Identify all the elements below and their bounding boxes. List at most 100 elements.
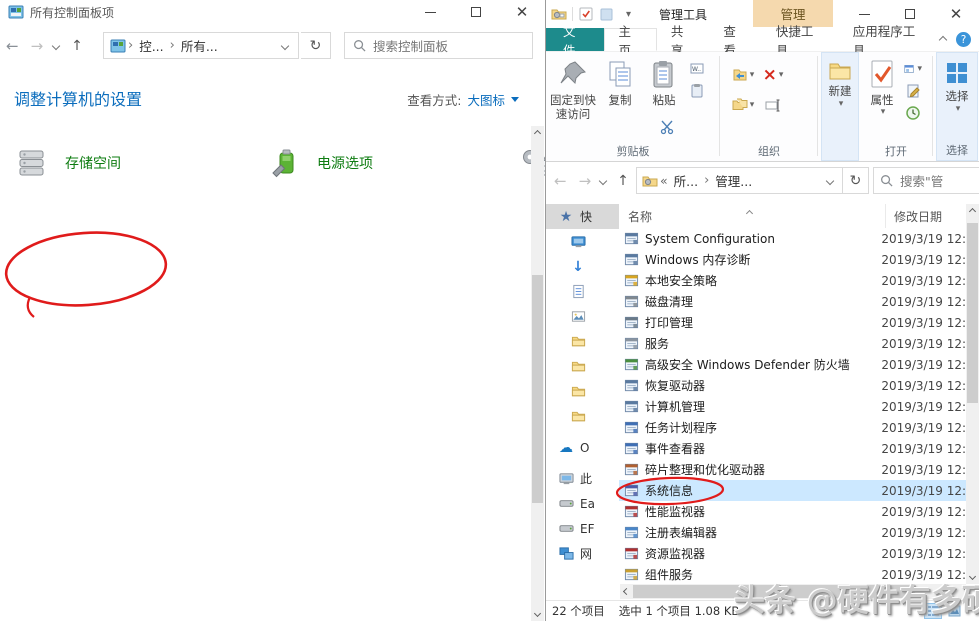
cp-scroll-track[interactable] — [531, 141, 544, 606]
pin-to-quick-access-button[interactable]: 固定到快速访问 — [548, 58, 598, 122]
paste-shortcut-icon[interactable] — [688, 82, 706, 100]
cp-address-bar[interactable]: › 控... › 所有... — [103, 32, 299, 59]
open-options-icon[interactable]: ▾ — [904, 60, 922, 78]
sidebar-item-pictures[interactable] — [546, 304, 619, 329]
file-row[interactable]: 系统信息2019/3/19 12: — [619, 480, 966, 501]
file-row[interactable]: System Configuration2019/3/19 12: — [619, 228, 966, 249]
scroll-down-icon[interactable] — [531, 606, 544, 621]
sidebar-item-folder[interactable] — [546, 404, 619, 429]
breadcrumb-all-items[interactable]: 所... — [674, 171, 698, 190]
explorer-search-box[interactable]: 搜索"管 — [873, 167, 979, 194]
back-arrow-icon[interactable]: ← — [554, 172, 567, 190]
file-row[interactable]: 本地安全策略2019/3/19 12: — [619, 270, 966, 291]
cp-window-title: 所有控制面板项 — [30, 4, 114, 21]
sidebar-item-快[interactable]: ★快 — [546, 204, 619, 229]
file-row[interactable]: 性能监视器2019/3/19 12: — [619, 501, 966, 522]
address-dropdown-icon[interactable] — [826, 176, 834, 184]
cut-scissors-icon[interactable] — [658, 118, 676, 136]
rename-button[interactable] — [760, 92, 786, 118]
up-arrow-icon[interactable]: ↑ — [617, 173, 629, 189]
new-folder-icon[interactable] — [828, 61, 852, 84]
file-row[interactable]: 服务2019/3/19 12: — [619, 333, 966, 354]
select-dropdown-icon[interactable]: ▾ — [956, 104, 961, 114]
tab-ribbon-5[interactable]: 应用程序工具 — [839, 28, 940, 51]
new-dropdown-icon[interactable]: ▾ — [839, 99, 844, 109]
history-dropdown-icon[interactable] — [599, 177, 607, 185]
copy-button[interactable]: 复制 — [598, 58, 642, 107]
ex-close-button[interactable]: ✕ — [933, 0, 979, 28]
explorer-address-bar[interactable]: « 所... › 管理... — [636, 167, 843, 194]
breadcrumb-control-panel[interactable]: 控... — [139, 36, 163, 55]
column-header-name[interactable]: 名称 — [619, 204, 886, 228]
new-button[interactable]: 新建 — [827, 84, 853, 99]
delete-button[interactable]: ×▾ — [760, 62, 786, 88]
file-row[interactable]: 计算机管理2019/3/19 12: — [619, 396, 966, 417]
sidebar-item-O[interactable]: ☁O — [546, 435, 619, 460]
sidebar-item-网[interactable]: 网 — [546, 541, 619, 566]
tab-ribbon-3[interactable]: 查看 — [709, 28, 761, 51]
breadcrumb-admin-tools[interactable]: 管理... — [715, 171, 752, 190]
file-row[interactable]: 资源监视器2019/3/19 12: — [619, 543, 966, 564]
cp-maximize-button[interactable] — [453, 0, 499, 24]
cp-vertical-scrollbar[interactable] — [531, 126, 544, 621]
paste-button[interactable]: 粘贴 — [642, 58, 686, 107]
address-dropdown-icon[interactable] — [281, 41, 289, 49]
up-arrow-icon[interactable]: ↑ — [71, 38, 83, 54]
sidebar-item-Ea[interactable]: Ea — [546, 491, 619, 516]
scroll-left-icon[interactable] — [620, 584, 633, 599]
move-to-button[interactable]: ▾ — [730, 62, 756, 88]
view-by-value[interactable]: 大图标 — [467, 90, 505, 109]
file-row[interactable]: 碎片整理和优化驱动器2019/3/19 12: — [619, 459, 966, 480]
file-row[interactable]: 事件查看器2019/3/19 12: — [619, 438, 966, 459]
scroll-up-icon[interactable] — [966, 204, 979, 219]
cp-close-button[interactable]: ✕ — [499, 0, 545, 24]
file-row[interactable]: 打印管理2019/3/19 12: — [619, 312, 966, 333]
cp-item-power-options[interactable]: 电源选项 — [260, 138, 512, 188]
scroll-up-icon[interactable] — [531, 126, 544, 141]
file-row[interactable]: 恢复驱动器2019/3/19 12: — [619, 375, 966, 396]
copy-path-icon[interactable]: W.. — [688, 60, 706, 78]
help-icon[interactable]: ? — [956, 32, 971, 47]
sidebar-item-folder[interactable] — [546, 354, 619, 379]
cp-scroll-thumb[interactable] — [532, 275, 543, 503]
cp-item-storage-spaces[interactable]: 存储空间 — [8, 138, 260, 188]
cp-search-box[interactable]: 搜索控制面板 — [344, 32, 533, 59]
sidebar-item-folder[interactable] — [546, 379, 619, 404]
sidebar-item-document[interactable] — [546, 279, 619, 304]
history-icon[interactable] — [904, 104, 922, 122]
ex-scroll-thumb[interactable] — [967, 223, 978, 403]
refresh-button[interactable]: ↻ — [301, 32, 331, 59]
explorer-vertical-scrollbar[interactable] — [966, 204, 979, 584]
history-dropdown-icon[interactable] — [52, 42, 60, 50]
edit-icon[interactable] — [904, 82, 922, 100]
column-header-date[interactable]: 修改日期 — [886, 208, 942, 225]
sidebar-item-monitor[interactable] — [546, 229, 619, 254]
file-row[interactable]: 高级安全 Windows Defender 防火墙2019/3/19 12: — [619, 354, 966, 375]
qat-customize-dropdown-icon[interactable]: ▾ — [626, 9, 631, 20]
tab-ribbon-2[interactable]: 共享 — [657, 28, 709, 51]
breadcrumb-all-items[interactable]: 所有... — [181, 36, 218, 55]
forward-arrow-icon[interactable]: → — [579, 172, 592, 190]
file-row[interactable]: Windows 内存诊断2019/3/19 12: — [619, 249, 966, 270]
sidebar-item-download[interactable]: ↓ — [546, 254, 619, 279]
sidebar-item-EF[interactable]: EF — [546, 516, 619, 541]
select-button[interactable]: 选择 — [946, 88, 969, 104]
collapse-ribbon-icon[interactable] — [939, 35, 947, 43]
tab-file[interactable]: 文件 — [546, 28, 604, 51]
sidebar-item-folder[interactable] — [546, 329, 619, 354]
ex-scroll-track[interactable] — [966, 219, 979, 569]
view-by-dropdown-icon[interactable] — [511, 97, 519, 102]
refresh-button[interactable]: ↻ — [843, 167, 869, 194]
cp-minimize-button[interactable] — [407, 0, 453, 24]
tab-ribbon-4[interactable]: 快捷工具 — [762, 28, 839, 51]
file-row[interactable]: 磁盘清理2019/3/19 12: — [619, 291, 966, 312]
new-item-icon[interactable] — [599, 6, 615, 22]
forward-arrow-icon[interactable]: → — [31, 37, 44, 55]
tab-ribbon-1[interactable]: 主页 — [604, 28, 656, 51]
file-row[interactable]: 注册表编辑器2019/3/19 12: — [619, 522, 966, 543]
back-arrow-icon[interactable]: ← — [6, 37, 19, 55]
properties-button[interactable]: 属性 ▾ — [862, 58, 902, 119]
sidebar-item-此[interactable]: 此 — [546, 466, 619, 491]
file-row[interactable]: 任务计划程序2019/3/19 12: — [619, 417, 966, 438]
copy-to-button[interactable]: ▾ — [730, 92, 756, 118]
